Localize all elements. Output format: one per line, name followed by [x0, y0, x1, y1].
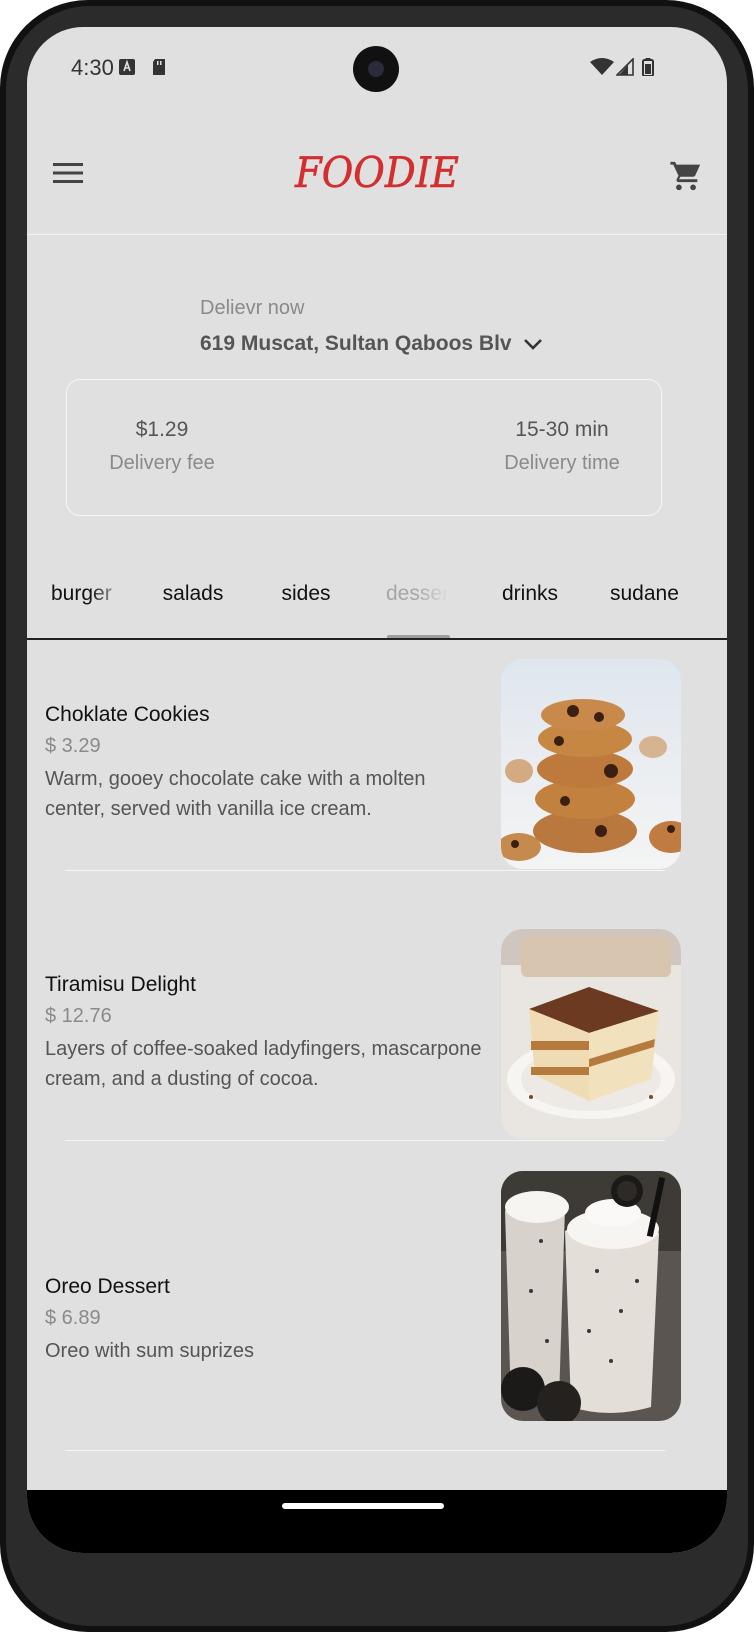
tab-desserts[interactable]: desser	[369, 582, 449, 622]
oreo-dessert-image	[501, 1171, 681, 1421]
delivery-time-label: Delivery time	[504, 452, 620, 474]
item-description: Oreo with sum suprizes	[45, 1340, 254, 1362]
item-price: $ 6.89	[45, 1307, 101, 1329]
category-tabs: burger salads sides desser drinks sudane	[27, 582, 727, 628]
status-bar: 4:30	[27, 27, 727, 95]
header-divider	[27, 234, 727, 235]
tab-sudanese[interactable]: sudane	[607, 582, 727, 622]
menu-item-text: Choklate Cookies $ 3.29 Warm, gooey choc…	[45, 703, 485, 824]
keyboard-notification-icon	[119, 59, 135, 75]
battery-icon	[642, 58, 654, 76]
item-description: Warm, gooey chocolate cake with a molten…	[45, 768, 426, 820]
item-name: Oreo Dessert	[45, 1275, 170, 1298]
tiramisu-image	[501, 929, 681, 1139]
shopping-cart-icon[interactable]	[669, 159, 703, 193]
bottom-system-bar	[27, 1490, 727, 1553]
home-gesture-pill[interactable]	[282, 1503, 444, 1509]
chevron-down-icon	[523, 339, 542, 350]
delivery-fee-label: Delivery fee	[109, 452, 215, 474]
item-divider	[65, 870, 665, 871]
sd-card-icon	[153, 59, 165, 75]
item-name: Tiramisu Delight	[45, 973, 196, 996]
wifi-icon	[590, 58, 614, 75]
menu-item-text: Oreo Dessert $ 6.89 Oreo with sum supriz…	[45, 1275, 485, 1366]
svg-text:FOODIE: FOODIE	[294, 148, 459, 197]
tab-sides[interactable]: sides	[256, 582, 356, 622]
tab-drinks[interactable]: drinks	[480, 582, 580, 622]
menu-item[interactable]: Oreo Dessert $ 6.89 Oreo with sum supriz…	[27, 1171, 727, 1461]
item-divider	[65, 1450, 665, 1451]
delivery-time-value: 15-30 min	[515, 418, 609, 441]
cellular-signal-icon	[616, 58, 634, 76]
item-price: $ 3.29	[45, 735, 101, 757]
menu-item-text: Tiramisu Delight $ 12.76 Layers of coffe…	[45, 973, 485, 1094]
app-bar: FOODIE	[27, 123, 727, 223]
cookies-image	[501, 659, 681, 869]
delivery-fee-value: $1.29	[135, 418, 189, 441]
item-name: Choklate Cookies	[45, 703, 210, 726]
hamburger-menu-icon[interactable]	[53, 162, 83, 184]
foodie-logo: FOODIE	[294, 148, 460, 198]
status-time: 4:30	[71, 55, 114, 80]
item-divider	[65, 1140, 665, 1141]
address-selector[interactable]: 619 Muscat, Sultan Qaboos Blv	[200, 329, 544, 359]
tab-salads[interactable]: salads	[143, 582, 243, 622]
app-screen: 4:30 FOODIE Delievr now 619 Muscat, Sult…	[27, 27, 727, 1553]
item-price: $ 12.76	[45, 1005, 112, 1027]
address-text: 619 Muscat, Sultan Qaboos Blv	[200, 332, 512, 355]
delivery-info-card: $1.29 Delivery fee 15-30 min Delivery ti…	[66, 379, 662, 516]
front-camera	[353, 46, 399, 92]
delivery-fee-block: $1.29 Delivery fee	[105, 418, 219, 475]
deliver-now-label: Delievr now	[200, 297, 305, 319]
item-description: Layers of coffee-soaked ladyfingers, mas…	[45, 1038, 482, 1090]
menu-item[interactable]: Choklate Cookies $ 3.29 Warm, gooey choc…	[27, 631, 727, 871]
menu-item[interactable]: Tiramisu Delight $ 12.76 Layers of coffe…	[27, 901, 727, 1141]
tab-burger[interactable]: burger	[29, 582, 129, 622]
delivery-time-block: 15-30 min Delivery time	[499, 418, 625, 475]
